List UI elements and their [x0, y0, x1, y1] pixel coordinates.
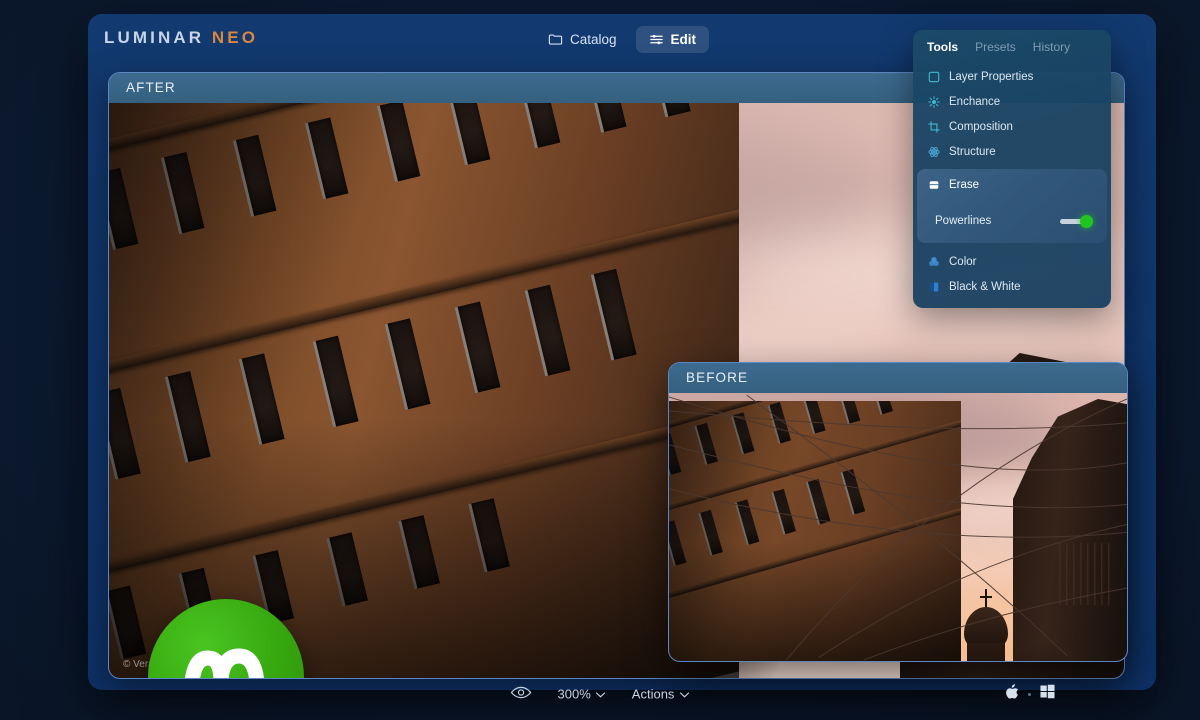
separator-dot — [1028, 692, 1031, 696]
app-logo: LUMINAR NEO — [104, 28, 258, 48]
tool-label: Enchance — [949, 95, 1001, 108]
eye-icon — [510, 686, 532, 703]
half-square-icon — [927, 280, 940, 293]
bottom-bar: 300% Actions — [0, 668, 1200, 720]
powerlines-toggle[interactable] — [1060, 214, 1093, 228]
nav-edit-button[interactable]: Edit — [635, 26, 710, 53]
app-screenshot: LUMINAR NEO Catalog Edit AFTER © Vera To… — [0, 0, 1200, 720]
tools-list: Layer Properties Enchance Composition St… — [913, 62, 1111, 299]
powerlines-label: Powerlines — [935, 215, 992, 227]
windows-logo-icon — [1040, 684, 1055, 704]
before-photo — [669, 393, 1127, 661]
nav-catalog-button[interactable]: Catalog — [535, 26, 630, 53]
tool-item-enchance[interactable]: Enchance — [913, 89, 1111, 114]
tool-item-layer-properties[interactable]: Layer Properties — [913, 64, 1111, 89]
tool-item-color[interactable]: Color — [913, 249, 1111, 274]
sliders-icon — [649, 32, 664, 47]
sparkle-icon — [927, 95, 940, 108]
crop-icon — [927, 120, 940, 133]
tool-label: Erase — [949, 178, 980, 191]
eraser-icon — [927, 178, 940, 191]
bottom-bar-controls: 300% Actions — [510, 686, 690, 703]
tool-label: Layer Properties — [949, 70, 1034, 83]
atom-icon — [927, 145, 940, 158]
before-panel-body — [669, 393, 1127, 661]
zoom-level-dropdown[interactable]: 300% — [558, 687, 606, 702]
tools-panel-tabs: Tools Presets History — [913, 30, 1111, 62]
apple-logo-icon — [1006, 684, 1019, 704]
tool-label: Black & White — [949, 280, 1021, 293]
tool-label: Composition — [949, 120, 1013, 133]
tool-label: Structure — [949, 145, 996, 158]
logo-primary-text: LUMINAR — [104, 28, 205, 47]
powerlines-setting-row: Powerlines — [917, 207, 1107, 235]
tab-tools[interactable]: Tools — [927, 40, 958, 54]
erase-tool-group: Erase Powerlines — [917, 169, 1107, 243]
toggle-knob — [1080, 214, 1093, 228]
platform-badges — [1006, 684, 1055, 704]
before-label: BEFORE — [686, 370, 749, 385]
after-label: AFTER — [126, 80, 176, 95]
tool-item-structure[interactable]: Structure — [913, 139, 1111, 164]
after-building-facade — [109, 103, 739, 678]
folder-icon — [548, 32, 563, 47]
tool-item-black-and-white[interactable]: Black & White — [913, 274, 1111, 299]
chevron-down-icon — [679, 687, 690, 702]
color-wheel-icon — [927, 255, 940, 268]
facade-shading — [109, 103, 739, 678]
actions-label: Actions — [631, 686, 675, 702]
before-panel-header: BEFORE — [669, 363, 1127, 393]
tab-presets[interactable]: Presets — [975, 40, 1016, 54]
tool-label: Color — [949, 255, 977, 268]
actions-dropdown[interactable]: Actions — [632, 687, 690, 702]
logo-accent-text: NEO — [211, 28, 259, 47]
chevron-down-icon — [596, 687, 606, 702]
before-image-panel[interactable]: BEFORE — [668, 362, 1128, 662]
layer-square-icon — [927, 70, 940, 83]
app-window: LUMINAR NEO Catalog Edit AFTER © Vera To… — [88, 14, 1156, 690]
tools-panel: Tools Presets History Layer Properties E… — [913, 30, 1111, 308]
powerlines-overlay — [669, 394, 1127, 661]
nav-catalog-label: Catalog — [569, 32, 617, 47]
tool-item-erase[interactable]: Erase — [917, 172, 1107, 197]
zoom-level-value: 300% — [557, 686, 591, 702]
nav-edit-label: Edit — [670, 32, 697, 47]
tab-history[interactable]: History — [1033, 40, 1070, 54]
tool-item-composition[interactable]: Composition — [913, 114, 1111, 139]
preview-toggle-button[interactable] — [510, 686, 532, 703]
top-navigation: Catalog Edit — [535, 26, 710, 53]
